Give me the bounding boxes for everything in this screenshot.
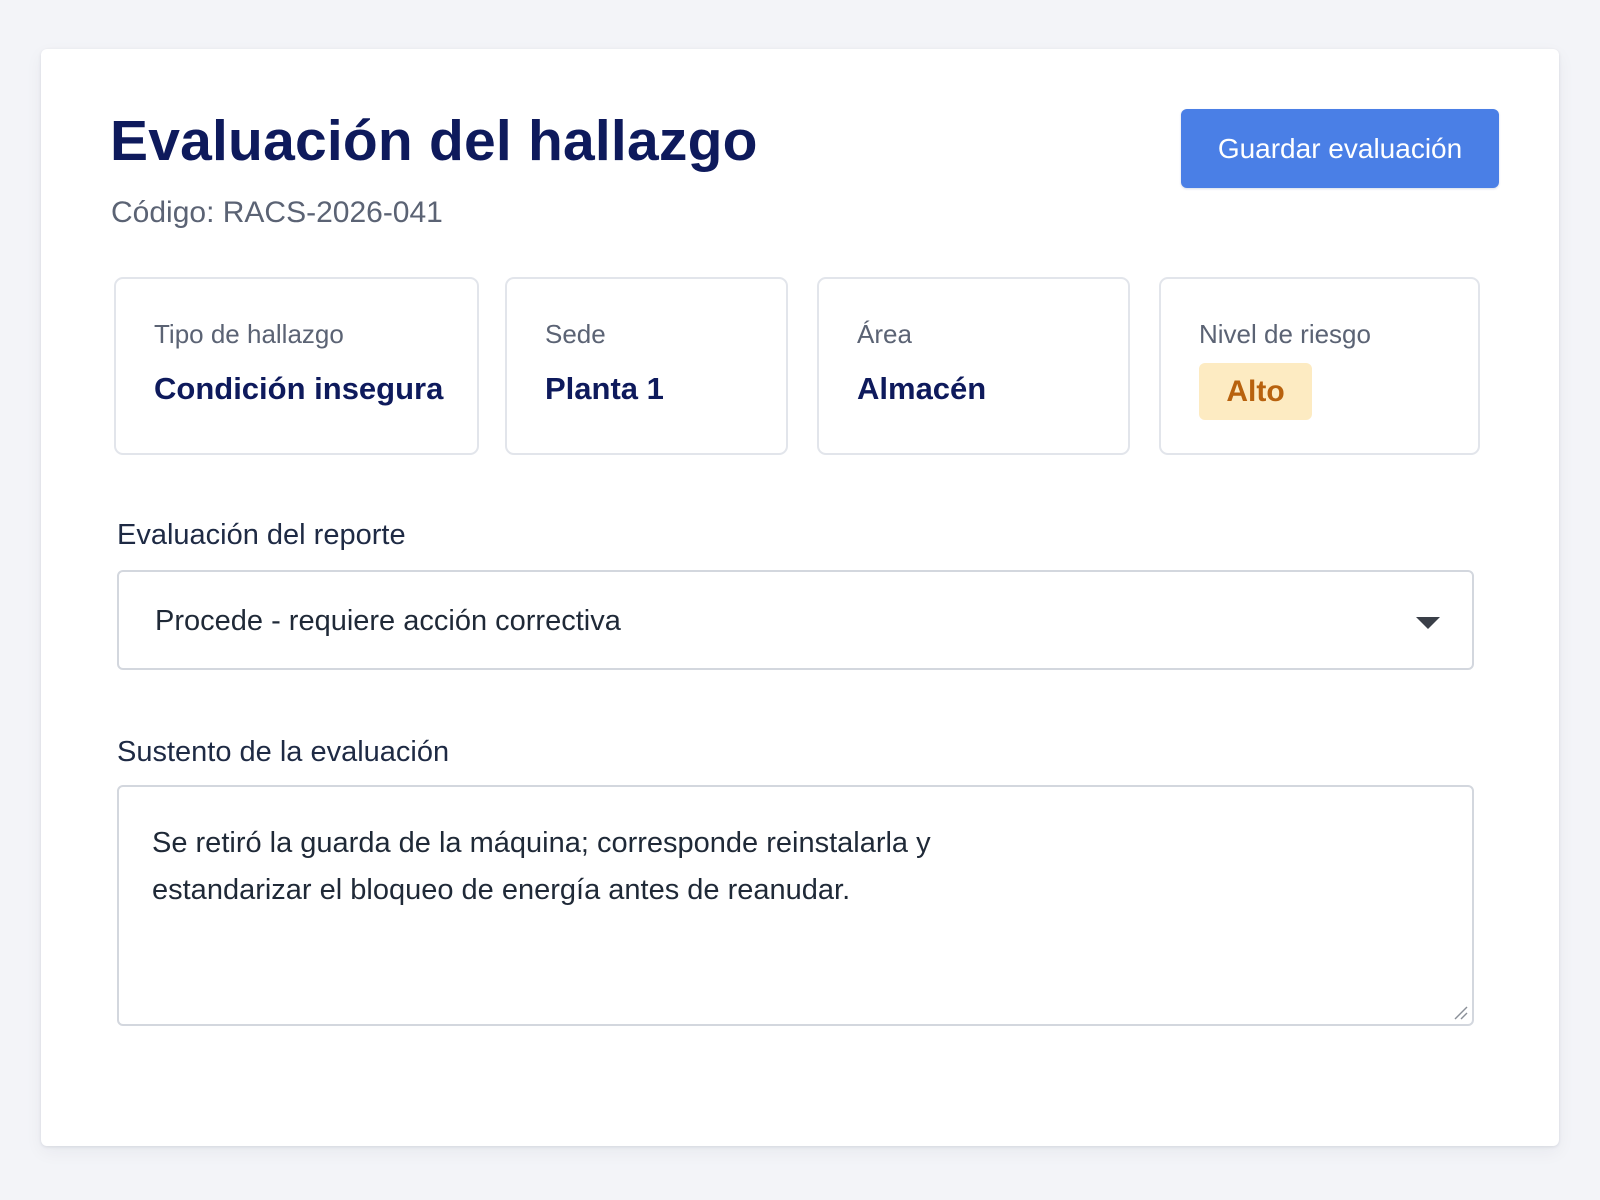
info-card-riesgo: Nivel de riesgo Alto [1159, 277, 1480, 455]
risk-level-badge: Alto [1199, 363, 1312, 420]
resize-handle-icon[interactable] [1452, 1004, 1468, 1020]
info-card-tipo: Tipo de hallazgo Condición insegura [114, 277, 479, 455]
info-label: Sede [545, 319, 606, 349]
chevron-down-icon [1416, 617, 1440, 629]
justification-textarea[interactable]: Se retiró la guarda de la máquina; corre… [117, 785, 1474, 1026]
info-label: Área [857, 319, 912, 349]
info-value: Planta 1 [545, 371, 664, 406]
save-evaluation-button[interactable]: Guardar evaluación [1181, 109, 1499, 188]
evaluation-select[interactable]: Procede - requiere acción correctiva [117, 570, 1474, 670]
info-label: Tipo de hallazgo [154, 319, 344, 349]
justification-text: Se retiró la guarda de la máquina; corre… [152, 827, 931, 906]
justification-label: Sustento de la evaluación [117, 736, 450, 768]
finding-code: Código: RACS-2026-041 [111, 196, 443, 229]
evaluation-select-value: Procede - requiere acción correctiva [155, 605, 621, 637]
info-label: Nivel de riesgo [1199, 319, 1371, 349]
info-card-sede: Sede Planta 1 [505, 277, 788, 455]
page-title: Evaluación del hallazgo [110, 109, 758, 173]
info-card-area: Área Almacén [817, 277, 1130, 455]
info-value: Almacén [857, 371, 987, 406]
evaluation-select-label: Evaluación del reporte [117, 519, 406, 551]
info-value: Condición insegura [154, 371, 444, 406]
